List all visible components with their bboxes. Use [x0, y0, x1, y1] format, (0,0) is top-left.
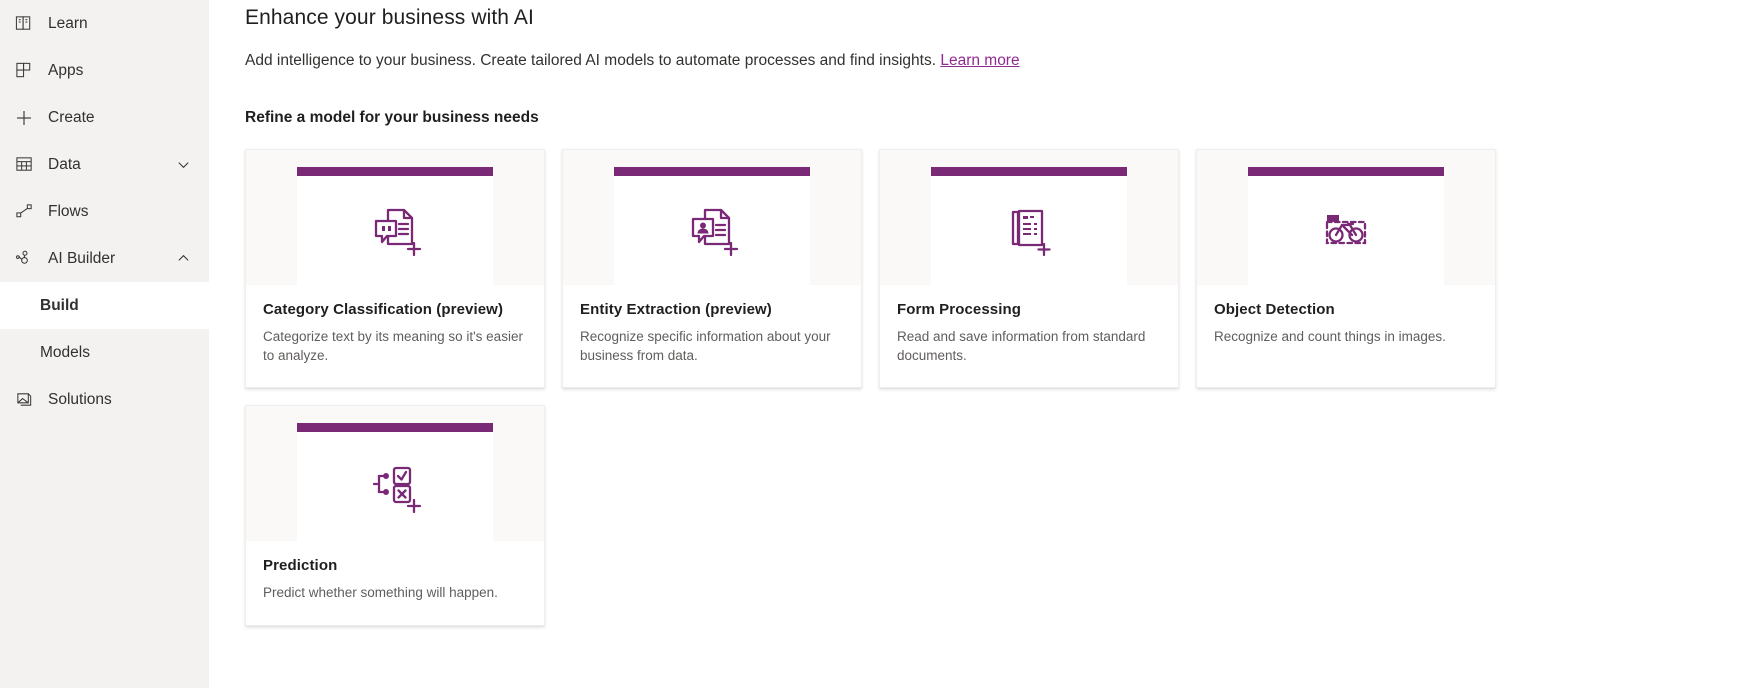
- card-description: Categorize text by its meaning so it's e…: [263, 329, 523, 364]
- card-description: Read and save information from standard …: [897, 329, 1146, 364]
- chevron-down-icon[interactable]: [176, 157, 191, 172]
- table-icon: [8, 155, 40, 174]
- chevron-up-icon[interactable]: [176, 251, 191, 266]
- card-title: Prediction: [263, 557, 338, 575]
- card-artwork: [1197, 150, 1495, 286]
- sidebar-item-flows[interactable]: Flows: [0, 188, 209, 235]
- solutions-icon: [8, 390, 40, 409]
- sidebar-item-label: Solutions: [48, 390, 112, 408]
- page-description: Add intelligence to your business. Creat…: [245, 51, 1757, 71]
- card-description: Predict whether something will happen.: [263, 585, 498, 601]
- sidebar-subitem-label: Build: [40, 296, 79, 314]
- sidebar-item-label: Flows: [48, 202, 89, 220]
- model-card-category-classification[interactable]: Category Classification (preview) Catego…: [245, 149, 545, 389]
- sidebar-item-create[interactable]: Create: [0, 94, 209, 141]
- card-body: Prediction Predict whether something wil…: [246, 541, 544, 625]
- prediction-branch-plus-icon: [372, 466, 422, 514]
- page-description-text: Add intelligence to your business. Creat…: [245, 52, 937, 69]
- card-title: Form Processing: [897, 301, 1022, 319]
- page-title: Enhance your business with AI: [245, 6, 534, 29]
- card-artwork: [880, 150, 1178, 286]
- card-artwork: [246, 406, 544, 542]
- section-title: Refine a model for your business needs: [245, 109, 539, 127]
- sidebar-subitem-label: Models: [40, 343, 90, 361]
- sidebar-item-label: Data: [48, 155, 81, 173]
- document-comment-plus-icon: [374, 208, 422, 256]
- flows-icon: [8, 202, 40, 221]
- sidebar-item-label: AI Builder: [48, 249, 116, 267]
- bicycle-bounding-box-icon: [1325, 214, 1367, 244]
- sidebar-item-solutions[interactable]: Solutions: [0, 376, 209, 423]
- sidebar-item-label: Apps: [48, 61, 84, 79]
- sidebar-item-apps[interactable]: Apps: [0, 47, 209, 94]
- sidebar-item-label: Learn: [48, 14, 88, 32]
- book-icon: [8, 14, 40, 33]
- sidebar-item-ai-builder[interactable]: AI Builder: [0, 235, 209, 282]
- card-description: Recognize specific information about you…: [580, 329, 831, 364]
- model-card-prediction[interactable]: Prediction Predict whether something wil…: [245, 405, 545, 626]
- sidebar-item-data[interactable]: Data: [0, 141, 209, 188]
- sidebar-item-build[interactable]: Build: [0, 282, 209, 329]
- sidebar-item-label: Create: [48, 108, 95, 126]
- ai-builder-icon: [8, 249, 40, 268]
- card-body: Category Classification (preview) Catego…: [246, 285, 544, 388]
- model-card-grid: Category Classification (preview) Catego…: [245, 149, 1505, 626]
- apps-icon: [8, 61, 40, 80]
- card-body: Form Processing Read and save informatio…: [880, 285, 1178, 388]
- main-content: Enhance your business with AI Add intell…: [209, 0, 1757, 688]
- card-title: Entity Extraction (preview): [580, 301, 772, 319]
- sidebar-item-models[interactable]: Models: [0, 329, 209, 376]
- app-root: Learn Apps Create Data Flows AI Builder …: [0, 0, 1757, 688]
- model-card-entity-extraction[interactable]: Entity Extraction (preview) Recognize sp…: [562, 149, 862, 389]
- card-title: Category Classification (preview): [263, 301, 504, 319]
- card-artwork: [246, 150, 544, 286]
- card-body: Object Detection Recognize and count thi…: [1197, 285, 1495, 369]
- sidebar: Learn Apps Create Data Flows AI Builder …: [0, 0, 209, 688]
- card-title: Object Detection: [1214, 301, 1335, 319]
- learn-more-link[interactable]: Learn more: [940, 52, 1019, 69]
- model-card-form-processing[interactable]: Form Processing Read and save informatio…: [879, 149, 1179, 389]
- sidebar-item-learn[interactable]: Learn: [0, 0, 209, 47]
- card-artwork: [563, 150, 861, 286]
- card-body: Entity Extraction (preview) Recognize sp…: [563, 285, 861, 388]
- plus-icon: [8, 108, 40, 128]
- forms-stack-plus-icon: [1011, 209, 1051, 256]
- card-description: Recognize and count things in images.: [1214, 329, 1446, 345]
- model-card-object-detection[interactable]: Object Detection Recognize and count thi…: [1196, 149, 1496, 389]
- document-person-plus-icon: [691, 208, 739, 256]
